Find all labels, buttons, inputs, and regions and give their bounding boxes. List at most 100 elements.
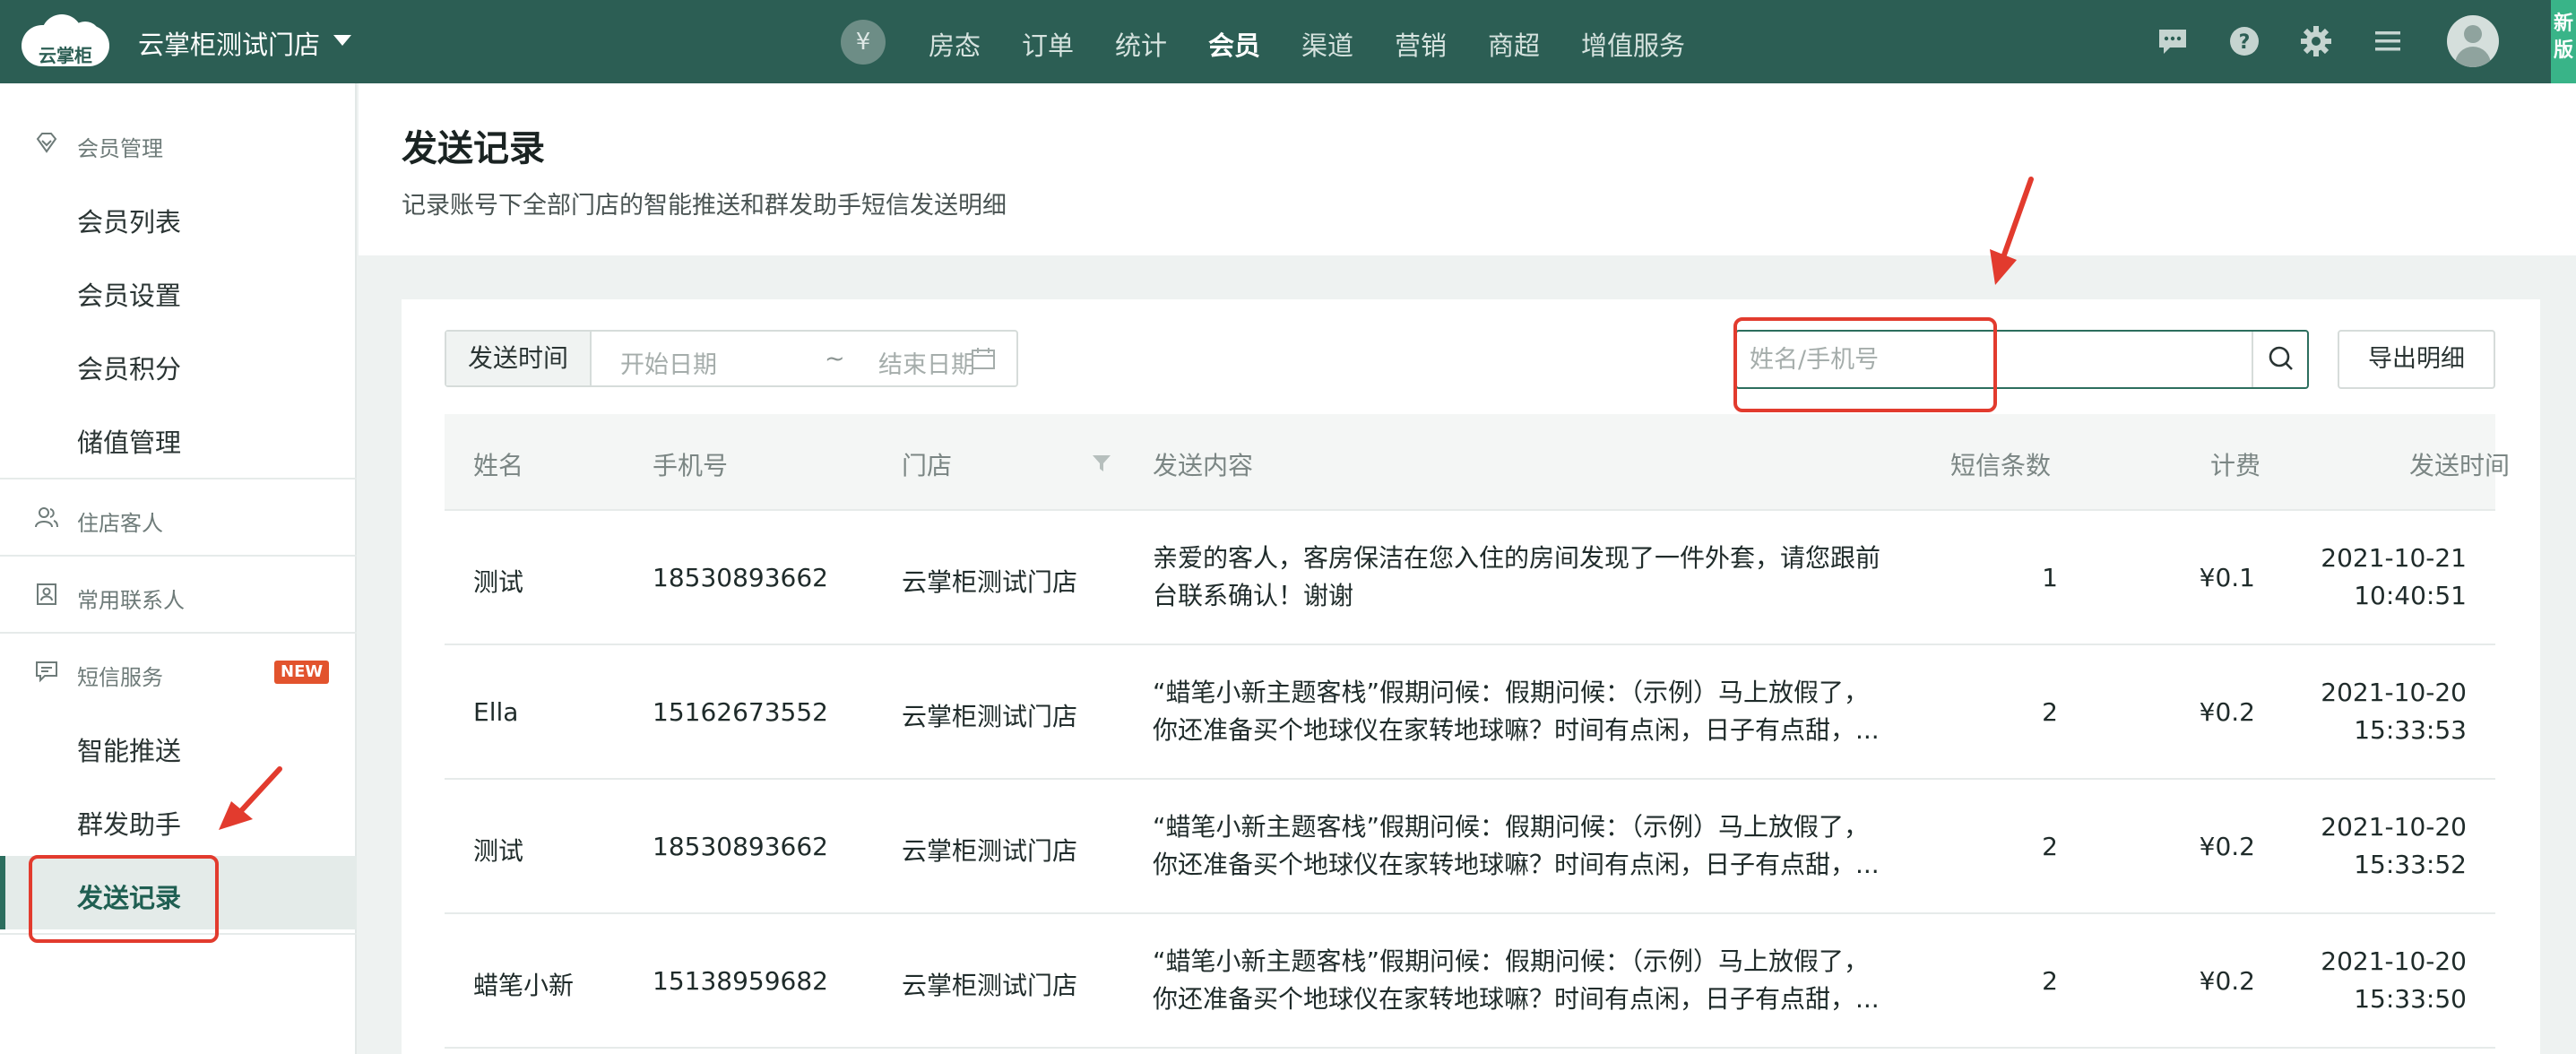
end-date-input[interactable]: 结束日期 bbox=[878, 345, 975, 380]
sidebar-group-label: 住店客人 bbox=[77, 511, 163, 536]
filter-funnel-icon[interactable] bbox=[1092, 454, 1111, 473]
cell-fee: ¥0.2 bbox=[2199, 966, 2255, 996]
people-icon bbox=[35, 507, 58, 528]
column-header-fee: 计费 bbox=[2210, 451, 2261, 480]
table-row[interactable]: 测试 18530893662 云掌柜测试门店 “蜡笔小新主题客栈”假期问候：假期… bbox=[445, 780, 2495, 914]
cell-store: 云掌柜测试门店 bbox=[902, 702, 1078, 731]
nav-value-added-services[interactable]: 增值服务 bbox=[1581, 25, 1685, 63]
table-row[interactable]: Ella 15162673552 云掌柜测试门店 “蜡笔小新主题客栈”假期问候：… bbox=[445, 645, 2495, 780]
column-header-name: 姓名 bbox=[473, 451, 524, 480]
sidebar-item-label: 群发助手 bbox=[77, 809, 182, 840]
cell-store: 云掌柜测试门店 bbox=[902, 971, 1078, 1000]
sidebar-divider bbox=[0, 632, 357, 634]
cell-phone: 18530893662 bbox=[653, 563, 828, 592]
table-header: 姓名 手机号 门店 发送内容 短信条数 计费 发送时间 bbox=[445, 414, 2510, 511]
search-button[interactable] bbox=[2252, 332, 2307, 387]
column-header-content: 发送内容 bbox=[1153, 451, 1254, 480]
send-time-date-range[interactable]: 发送时间 开始日期 ~ 结束日期 bbox=[445, 330, 1018, 387]
sidebar-item-member-list[interactable]: 会员列表 bbox=[0, 180, 357, 254]
cell-content-line2: 你还准备买个地球仪在家转地球嘛？时间有点闲，日子有点甜，... bbox=[1153, 715, 1880, 745]
calendar-icon[interactable] bbox=[970, 346, 997, 371]
nav-store-mall[interactable]: 商超 bbox=[1488, 25, 1540, 63]
column-header-sms-count: 短信条数 bbox=[1950, 451, 2052, 480]
logo-text: 云掌柜 bbox=[39, 45, 92, 66]
logo[interactable]: 云掌柜 bbox=[22, 14, 111, 66]
contact-card-icon bbox=[37, 583, 56, 605]
caret-down-icon[interactable] bbox=[333, 35, 351, 46]
nav-orders[interactable]: 订单 bbox=[1022, 25, 1074, 63]
store-switcher[interactable]: 云掌柜测试门店 bbox=[138, 24, 320, 62]
user-avatar[interactable] bbox=[2447, 15, 2499, 67]
sidebar-item-label: 会员列表 bbox=[77, 207, 182, 238]
search-icon bbox=[2269, 346, 2293, 370]
date-filter-label: 发送时间 bbox=[446, 332, 592, 385]
nav-members[interactable]: 会员 bbox=[1208, 25, 1260, 63]
active-indicator bbox=[0, 856, 5, 929]
sidebar-item-mass-send[interactable]: 群发助手 bbox=[0, 782, 357, 856]
message-icon[interactable] bbox=[2157, 25, 2189, 57]
cell-sms-count: 2 bbox=[2042, 966, 2058, 996]
sidebar-divider bbox=[0, 555, 357, 557]
sidebar-group-label: 会员管理 bbox=[77, 136, 163, 161]
annotation-arrow-icon bbox=[219, 766, 282, 830]
cell-content-line1: “蜡笔小新主题客栈”假期问候：假期问候：（示例）马上放假了， bbox=[1153, 812, 1870, 842]
annotation-highlight-search bbox=[1733, 317, 1997, 412]
annotation-highlight-send-records bbox=[29, 855, 219, 943]
help-icon[interactable]: ? bbox=[2228, 25, 2260, 57]
cell-send-time: 15:33:53 bbox=[2354, 715, 2467, 745]
table-row[interactable]: 测试 18530893662 云掌柜测试门店 亲爱的客人，客房保洁在您入住的房间… bbox=[445, 511, 2495, 645]
cell-phone: 15138959682 bbox=[653, 966, 828, 996]
new-badge: NEW bbox=[274, 661, 330, 684]
page-subtitle: 记录账号下全部门店的智能推送和群发助手短信发送明细 bbox=[402, 192, 1007, 220]
new-edition-tab[interactable]: 新版 bbox=[2551, 0, 2576, 83]
sms-icon bbox=[36, 661, 57, 683]
cell-send-date: 2021-10-20 bbox=[2321, 678, 2467, 707]
nav-statistics[interactable]: 统计 bbox=[1115, 25, 1167, 63]
sidebar-group-frequent-contacts[interactable]: 常用联系人 bbox=[0, 567, 357, 621]
menu-icon[interactable] bbox=[2372, 25, 2404, 57]
start-date-input[interactable]: 开始日期 bbox=[620, 345, 717, 380]
sidebar-group-member-management[interactable]: 会员管理 bbox=[0, 116, 357, 169]
sidebar-item-label: 智能推送 bbox=[77, 736, 182, 766]
nav-channels[interactable]: 渠道 bbox=[1301, 25, 1353, 63]
sidebar-group-in-house-guests[interactable]: 住店客人 bbox=[0, 490, 357, 544]
table-row[interactable]: 蜡笔小新 15138959682 云掌柜测试门店 “蜡笔小新主题客栈”假期问候：… bbox=[445, 914, 2495, 1049]
page-title: 发送记录 bbox=[402, 128, 545, 169]
cell-send-date: 2021-10-21 bbox=[2321, 543, 2467, 573]
date-separator: ~ bbox=[825, 345, 845, 373]
cell-name: 测试 bbox=[473, 567, 524, 597]
cell-store: 云掌柜测试门店 bbox=[902, 836, 1078, 866]
settings-gear-icon[interactable] bbox=[2300, 25, 2332, 57]
cell-store: 云掌柜测试门店 bbox=[902, 567, 1078, 597]
column-header-send-time: 发送时间 bbox=[2409, 451, 2511, 480]
cell-content-line2: 你还准备买个地球仪在家转地球嘛？时间有点闲，日子有点甜，... bbox=[1153, 984, 1880, 1014]
sidebar-item-smart-push[interactable]: 智能推送 bbox=[0, 709, 357, 782]
cell-name: 蜡笔小新 bbox=[473, 971, 575, 1000]
yen-icon[interactable]: ¥ bbox=[841, 20, 886, 65]
sidebar-divider bbox=[0, 478, 357, 479]
cell-send-time: 15:33:50 bbox=[2354, 984, 2467, 1014]
sidebar-item-member-points[interactable]: 会员积分 bbox=[0, 327, 357, 401]
cell-content-line1: “蜡笔小新主题客栈”假期问候：假期问候：（示例）马上放假了， bbox=[1153, 678, 1870, 707]
cell-send-date: 2021-10-20 bbox=[2321, 946, 2467, 976]
sidebar-item-stored-value[interactable]: 储值管理 bbox=[0, 401, 357, 474]
diamond-icon bbox=[36, 133, 57, 153]
cell-sms-count: 2 bbox=[2042, 832, 2058, 861]
cell-name: 测试 bbox=[473, 836, 524, 866]
cell-fee: ¥0.2 bbox=[2199, 832, 2255, 861]
export-details-button[interactable]: 导出明细 bbox=[2338, 330, 2495, 389]
sidebar-item-member-settings[interactable]: 会员设置 bbox=[0, 254, 357, 327]
cell-content-line2: 你还准备买个地球仪在家转地球嘛？时间有点闲，日子有点甜，... bbox=[1153, 850, 1880, 879]
nav-marketing[interactable]: 营销 bbox=[1395, 25, 1447, 63]
sidebar-group-label: 短信服务 bbox=[77, 665, 163, 690]
sidebar-group-sms-service[interactable]: 短信服务 NEW bbox=[0, 644, 357, 698]
column-header-store: 门店 bbox=[902, 451, 953, 480]
cell-send-time: 15:33:52 bbox=[2354, 850, 2467, 879]
column-header-phone: 手机号 bbox=[653, 451, 729, 480]
cell-content-line1: 亲爱的客人，客房保洁在您入住的房间发现了一件外套，请您跟前 bbox=[1153, 543, 1881, 573]
cell-send-time: 10:40:51 bbox=[2354, 581, 2467, 610]
cell-fee: ¥0.2 bbox=[2199, 697, 2255, 727]
cell-sms-count: 2 bbox=[2042, 697, 2058, 727]
nav-room-status[interactable]: 房态 bbox=[929, 25, 981, 63]
annotation-arrow-icon bbox=[1990, 177, 2034, 285]
